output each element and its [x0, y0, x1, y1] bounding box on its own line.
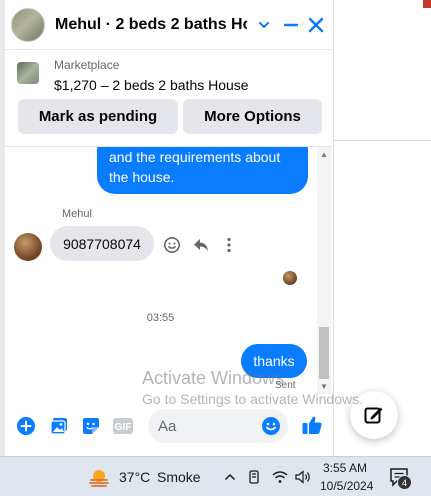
volume-icon[interactable] [293, 467, 313, 487]
notification-badge: 4 [397, 475, 412, 490]
gif-label: GIF [115, 422, 132, 433]
chevron-down-icon[interactable] [252, 13, 276, 37]
sticker-icon[interactable] [80, 415, 102, 437]
listing-thumbnail[interactable] [17, 62, 39, 84]
outgoing-message[interactable]: and the requirements about the house. [97, 147, 308, 194]
plus-circle-icon[interactable] [15, 415, 37, 437]
emoji-icon[interactable] [260, 415, 282, 437]
photo-icon[interactable] [48, 415, 70, 437]
message-composer: GIF [5, 404, 334, 448]
close-icon[interactable] [304, 13, 328, 37]
reply-icon[interactable] [192, 236, 210, 254]
gif-icon[interactable]: GIF [112, 415, 134, 437]
minimize-icon[interactable] [279, 13, 303, 37]
scroll-up-icon[interactable]: ▲ [320, 150, 328, 159]
listing-summary[interactable]: $1,270 – 2 beds 2 baths House [54, 77, 249, 93]
sender-name: Mehul [62, 208, 92, 220]
compose-icon [364, 407, 383, 424]
thumbs-up-icon[interactable] [301, 414, 323, 436]
chat-header[interactable]: Mehul · 2 beds 2 baths Ho… [5, 0, 334, 50]
sender-avatar[interactable] [14, 233, 42, 261]
marketplace-panel: Marketplace $1,270 – 2 beds 2 baths Hous… [5, 50, 334, 146]
activation-watermark-subtitle: Go to Settings to activate Windows. [142, 391, 363, 407]
weather-condition[interactable]: Smoke [157, 469, 201, 485]
more-actions-icon[interactable] [220, 236, 238, 254]
page-divider-horizontal [334, 140, 431, 141]
listing-avatar[interactable] [11, 7, 45, 42]
message-timestamp: 03:55 [146, 312, 175, 324]
weather-sun-icon[interactable] [88, 466, 110, 488]
activation-watermark-title: Activate Windows [142, 368, 285, 388]
mark-as-pending-button[interactable]: Mark as pending [18, 99, 178, 134]
chat-title[interactable]: Mehul · 2 beds 2 baths Ho… [55, 16, 247, 34]
react-icon[interactable] [163, 236, 181, 254]
page-corner-accent [423, 0, 431, 8]
taskbar: 37°C Smoke 3:55 AM 10/5/2024 4 [0, 456, 431, 496]
weather-temperature[interactable]: 37°C [119, 469, 150, 485]
message-list[interactable]: and the requirements about the house. Me… [5, 147, 316, 394]
scroll-down-icon[interactable]: ▼ [320, 382, 328, 391]
seen-avatar [283, 271, 297, 285]
marketplace-label: Marketplace [54, 58, 120, 72]
more-options-button[interactable]: More Options [183, 99, 322, 134]
incoming-message[interactable]: 9087708074 [50, 226, 154, 261]
clock-date[interactable]: 10/5/2024 [320, 479, 373, 493]
device-icon[interactable] [244, 467, 264, 487]
message-scrollbar[interactable]: ▲ ▼ [317, 147, 331, 394]
scrollbar-thumb[interactable] [319, 327, 329, 379]
clock-time[interactable]: 3:55 AM [323, 461, 367, 475]
chevron-up-icon[interactable] [220, 467, 240, 487]
wifi-icon[interactable] [270, 467, 290, 487]
